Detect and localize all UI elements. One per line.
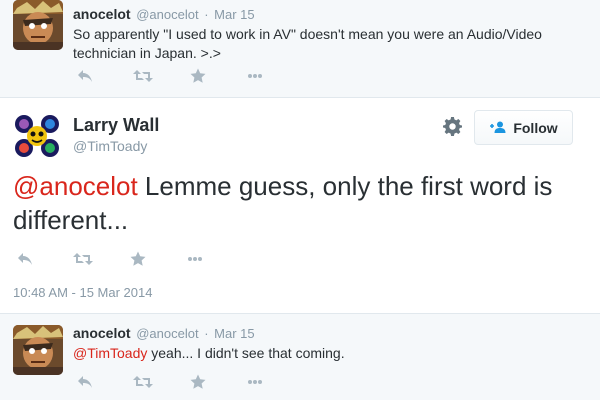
main-tweet: Larry Wall @TimToady Follow @anocelot Le… bbox=[0, 98, 600, 313]
avatar[interactable] bbox=[13, 0, 63, 50]
more-icon[interactable] bbox=[243, 66, 267, 86]
author-fullname[interactable]: Larry Wall bbox=[73, 115, 159, 136]
gear-icon[interactable] bbox=[443, 117, 463, 137]
tweet-header: anocelot @anocelot · Mar 15 bbox=[73, 6, 255, 22]
retweet-icon[interactable] bbox=[131, 66, 155, 86]
avatar[interactable] bbox=[13, 325, 63, 375]
reply-tweet-top[interactable]: anocelot @anocelot · Mar 15 So apparentl… bbox=[0, 0, 600, 98]
author-username[interactable]: @anocelot bbox=[136, 7, 198, 22]
tweet-date[interactable]: Mar 15 bbox=[214, 326, 254, 341]
more-icon[interactable] bbox=[243, 372, 267, 392]
tweet-text: So apparently "I used to work in AV" doe… bbox=[73, 26, 542, 61]
more-icon[interactable] bbox=[183, 248, 207, 270]
mention-link[interactable]: @anocelot bbox=[13, 171, 138, 201]
star-icon[interactable] bbox=[186, 372, 210, 392]
tweet-header: anocelot @anocelot · Mar 15 bbox=[73, 325, 255, 341]
separator: · bbox=[204, 7, 209, 22]
tweet-text: @TimToady yeah... I didn't see that comi… bbox=[73, 344, 553, 363]
follow-label: Follow bbox=[513, 119, 558, 136]
retweet-icon[interactable] bbox=[71, 248, 95, 270]
mention-link[interactable]: @TimToady bbox=[73, 345, 147, 361]
tweet-body: yeah... I didn't see that coming. bbox=[147, 345, 345, 361]
reply-tweet-bottom[interactable]: anocelot @anocelot · Mar 15 @TimToady ye… bbox=[0, 313, 600, 400]
tweet-date[interactable]: Mar 15 bbox=[214, 7, 254, 22]
follow-button[interactable]: Follow bbox=[474, 110, 573, 145]
separator: · bbox=[204, 326, 209, 341]
reply-icon[interactable] bbox=[13, 248, 37, 270]
star-icon[interactable] bbox=[126, 248, 150, 270]
retweet-icon[interactable] bbox=[131, 372, 155, 392]
add-user-icon bbox=[489, 120, 507, 136]
author-fullname[interactable]: anocelot bbox=[73, 325, 131, 341]
star-icon[interactable] bbox=[186, 66, 210, 86]
reply-icon[interactable] bbox=[73, 372, 97, 392]
avatar[interactable] bbox=[13, 112, 61, 160]
tweet-timestamp[interactable]: 10:48 AM - 15 Mar 2014 bbox=[13, 285, 152, 300]
author-username[interactable]: @anocelot bbox=[136, 326, 198, 341]
tweet-text: @anocelot Lemme guess, only the first wo… bbox=[13, 169, 573, 237]
author-username[interactable]: @TimToady bbox=[73, 138, 147, 154]
author-fullname[interactable]: anocelot bbox=[73, 6, 131, 22]
reply-icon[interactable] bbox=[73, 66, 97, 86]
